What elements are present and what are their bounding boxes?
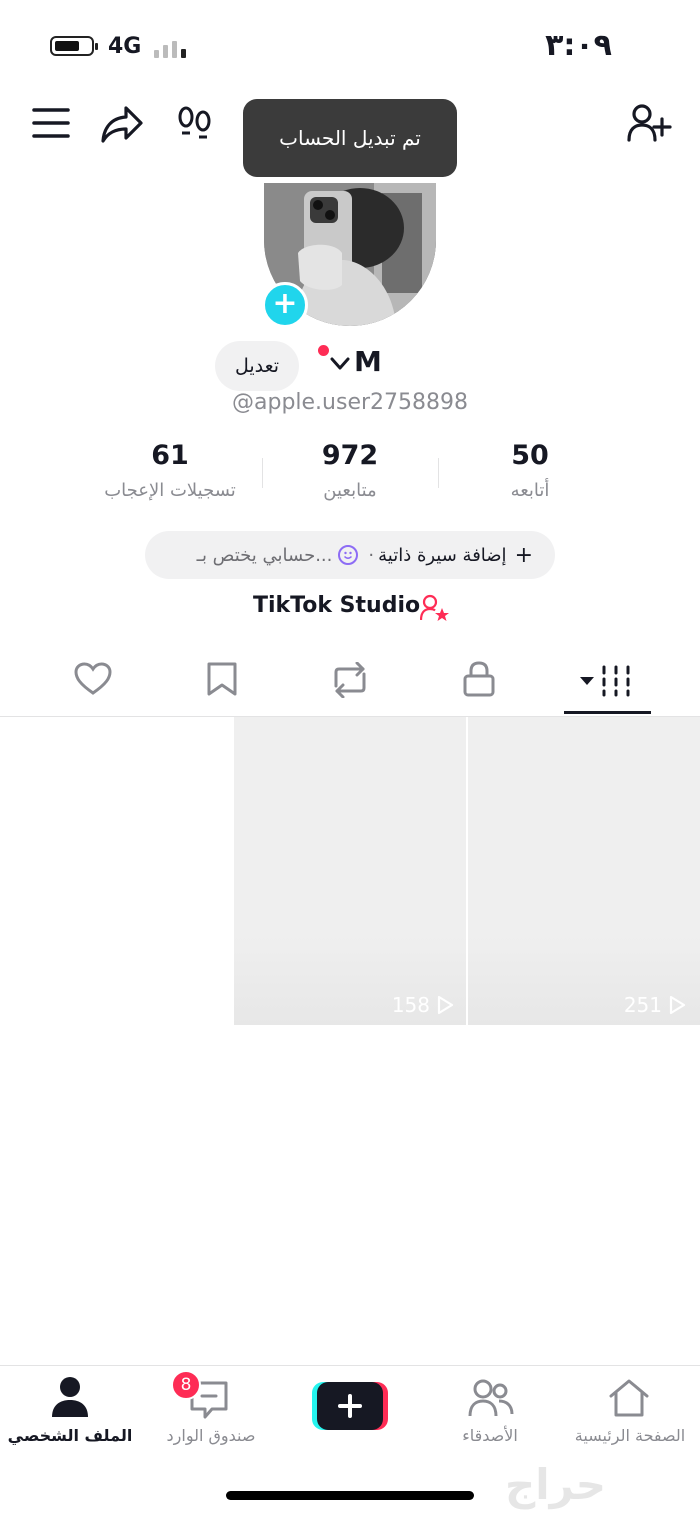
home-indicator bbox=[226, 1491, 474, 1500]
status-time: ٣:٠٩ bbox=[545, 28, 612, 63]
inbox-badge: 8 bbox=[171, 1370, 201, 1400]
reposts-tab[interactable] bbox=[330, 662, 370, 698]
menu-icon[interactable] bbox=[32, 106, 70, 140]
share-icon[interactable] bbox=[100, 104, 144, 144]
watermark: حراج bbox=[505, 1460, 607, 1509]
bio-hint: حسابي يختص بـ... bbox=[196, 544, 333, 566]
view-count: 158 bbox=[392, 993, 454, 1017]
profile-name[interactable]: M bbox=[354, 345, 382, 378]
likes-label: تسجيلات الإعجاب bbox=[104, 480, 236, 501]
followers-label: متابعين bbox=[323, 480, 377, 501]
nav-home-label[interactable]: الصفحة الرئيسية bbox=[560, 1426, 700, 1445]
following-count[interactable]: 50 bbox=[440, 440, 620, 471]
bio-add-label: إضافة سيرة ذاتية bbox=[378, 544, 507, 566]
nav-profile-label[interactable]: الملف الشخصي bbox=[0, 1426, 140, 1445]
stats-divider bbox=[438, 458, 439, 488]
view-count-value: 251 bbox=[623, 993, 662, 1017]
profile-icon[interactable] bbox=[50, 1376, 90, 1418]
profile-handle: @apple.user2758898 bbox=[232, 390, 469, 415]
add-bio-button[interactable]: حسابي يختص بـ... · إضافة سيرة ذاتية + bbox=[145, 531, 555, 579]
footprints-icon[interactable] bbox=[176, 104, 214, 142]
play-icon bbox=[437, 995, 454, 1015]
studio-icon[interactable] bbox=[420, 594, 450, 622]
video-thumbnail[interactable]: 158 bbox=[234, 717, 466, 1025]
home-icon[interactable] bbox=[607, 1378, 651, 1418]
network-label: 4G bbox=[108, 34, 142, 59]
play-icon bbox=[669, 995, 686, 1015]
active-tab-indicator bbox=[564, 711, 651, 714]
following-label: أتابعه bbox=[510, 480, 550, 501]
nav-friends-label[interactable]: الأصدقاء bbox=[420, 1426, 560, 1445]
add-avatar-button[interactable]: + bbox=[262, 282, 308, 328]
add-friend-icon[interactable] bbox=[626, 102, 672, 144]
notification-dot bbox=[318, 345, 329, 356]
create-button[interactable] bbox=[312, 1382, 388, 1430]
private-tab[interactable] bbox=[462, 660, 496, 698]
tiktok-studio-link[interactable]: TikTok Studio bbox=[253, 593, 420, 618]
account-switched-toast: تم تبديل الحساب bbox=[243, 99, 457, 177]
chevron-down-icon[interactable] bbox=[330, 357, 350, 371]
bio-separator: · bbox=[368, 544, 375, 566]
liked-tab[interactable] bbox=[74, 662, 112, 696]
followers-count[interactable]: 972 bbox=[260, 440, 440, 471]
friends-icon[interactable] bbox=[468, 1378, 514, 1418]
favorites-tab[interactable] bbox=[206, 661, 238, 697]
video-thumbnail[interactable]: 251 bbox=[468, 717, 700, 1025]
nav-inbox-label[interactable]: صندوق الوارد bbox=[141, 1426, 281, 1445]
smile-icon bbox=[338, 545, 359, 565]
view-count-value: 158 bbox=[391, 993, 430, 1017]
signal-icon bbox=[154, 38, 194, 58]
videos-tab[interactable] bbox=[578, 664, 636, 698]
view-count: 251 bbox=[624, 993, 686, 1017]
plus-icon: + bbox=[514, 542, 533, 568]
battery-icon bbox=[50, 36, 98, 56]
likes-count[interactable]: 61 bbox=[80, 440, 260, 471]
edit-profile-button[interactable]: تعديل bbox=[215, 341, 299, 391]
